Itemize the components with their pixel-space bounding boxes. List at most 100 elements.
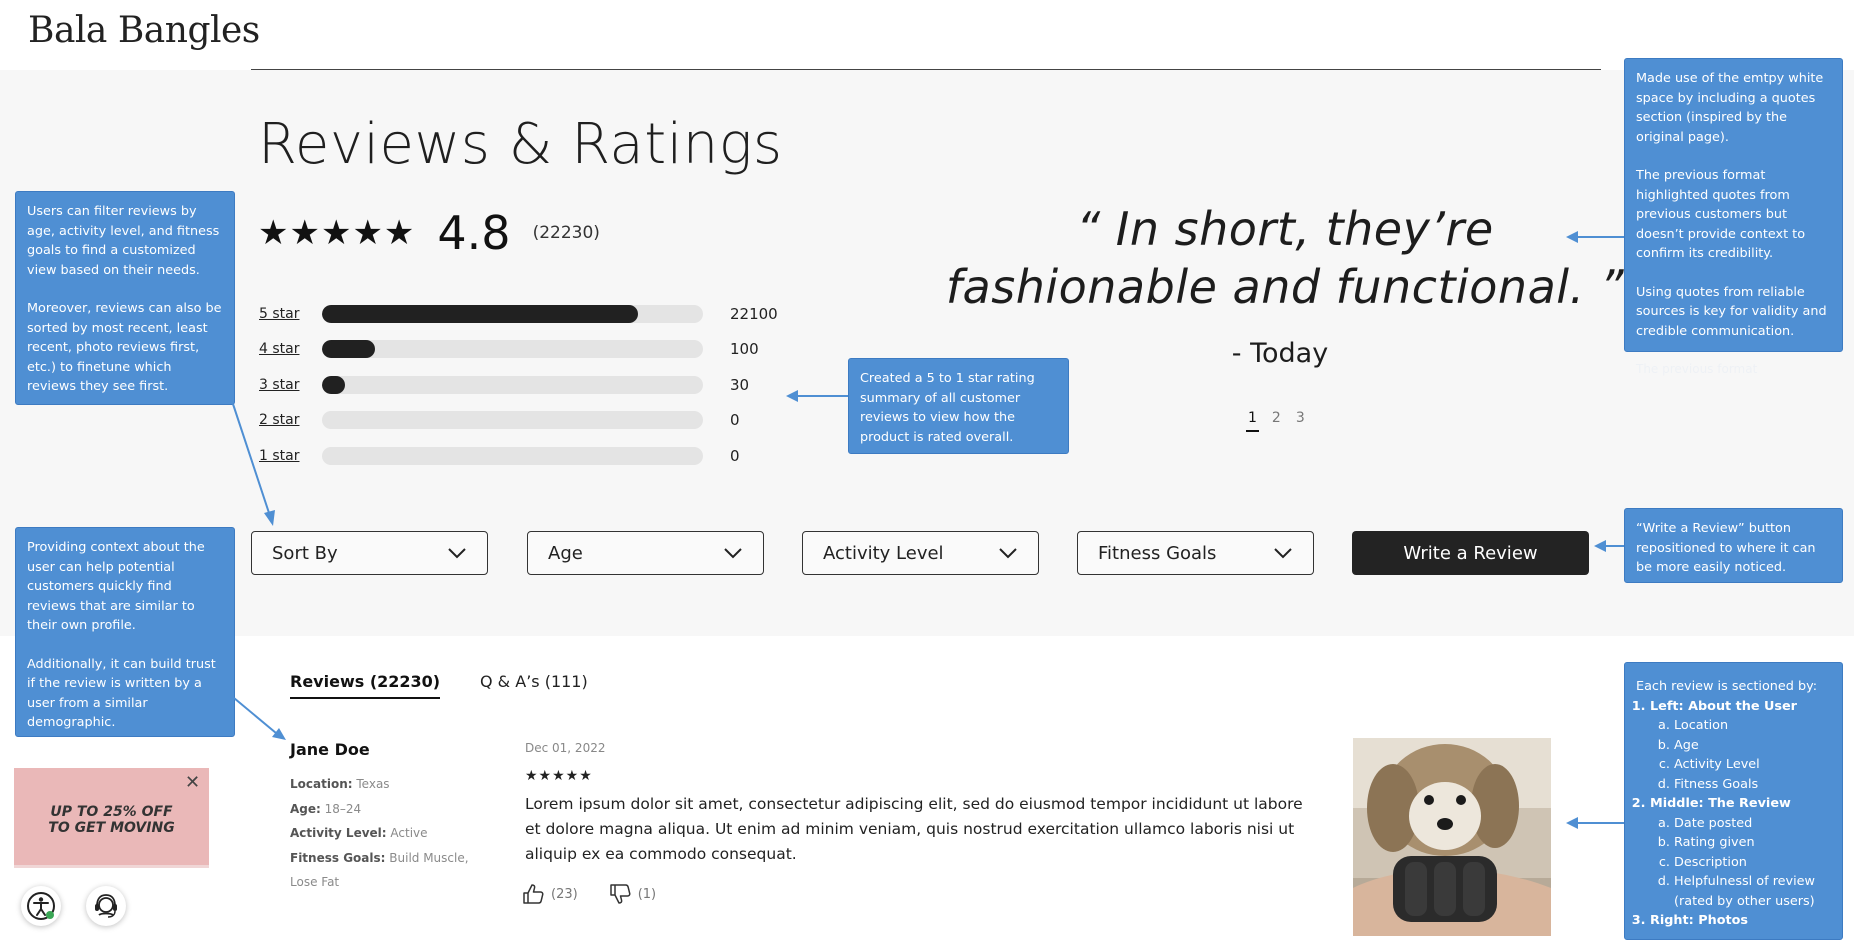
reviewer-age: Age: 18–24 <box>290 797 361 821</box>
rating-bar-track <box>322 305 703 323</box>
support-button[interactable] <box>86 886 126 926</box>
rating-bar-track <box>322 340 703 358</box>
rating-bar-fill <box>322 305 639 323</box>
annotation-sublist: Location Age Activity Level Fitness Goal… <box>1650 716 1831 794</box>
sort-by-label: Sort By <box>272 542 338 564</box>
annotation-sublist: Date posted Rating given Description Hel… <box>1650 814 1831 912</box>
rating-bar-1[interactable]: 1 star 0 <box>259 444 799 468</box>
annotation-sublist-item: Activity Level <box>1674 755 1831 775</box>
rating-bar-label[interactable]: 3 star <box>259 377 322 393</box>
review-stars: ★★★★★ <box>525 768 593 784</box>
promo-line: TO GET MOVING <box>48 820 175 836</box>
promo-line: UP TO 25% OFF <box>50 804 173 820</box>
review-text: Lorem ipsum dolor sit amet, consectetur … <box>525 795 1303 863</box>
rating-bar-count: 30 <box>730 376 750 394</box>
meta-value: Lose Fat <box>290 875 340 889</box>
rating-bar-2[interactable]: 2 star 0 <box>259 408 799 432</box>
annotation-text: Created a 5 to 1 star rating summary of … <box>860 371 1035 445</box>
write-review-button[interactable]: Write a Review <box>1352 531 1589 575</box>
fitness-goals-dropdown[interactable]: Fitness Goals <box>1077 531 1314 575</box>
annotation-sublist-item: Rating given <box>1674 833 1831 853</box>
like-count: (23) <box>551 886 578 902</box>
rating-bar-track <box>322 447 703 465</box>
reviewer-activity: Activity Level: Active <box>290 821 428 845</box>
annotation-user-context: Providing context about the user can hel… <box>15 527 235 737</box>
annotation-text: Using quotes from reliable sources is ke… <box>1636 284 1827 339</box>
rating-bar-label[interactable]: 4 star <box>259 341 322 357</box>
annotation-quotes: Made use of the emtpy white space by inc… <box>1624 58 1843 352</box>
meta-label: Activity Level: <box>290 826 387 840</box>
rating-bar-count: 100 <box>730 340 759 358</box>
rating-bar-count: 22100 <box>730 305 778 323</box>
rating-bar-fill <box>322 376 345 394</box>
annotation-text: Moreover, reviews can also be sorted by … <box>27 301 222 394</box>
annotation-sublist-item: Date posted <box>1674 814 1831 834</box>
reviewer-goals: Fitness Goals: Build Muscle, <box>290 846 469 870</box>
annotation-text: “Write a Review” button repositioned to … <box>1636 521 1816 575</box>
accessibility-icon <box>27 892 55 920</box>
thumbs-down-icon <box>609 884 631 904</box>
meta-value: Texas <box>356 777 390 791</box>
annotation-list-title: Left: About the User <box>1650 698 1797 714</box>
tab-reviews[interactable]: Reviews (22230) <box>290 672 441 699</box>
average-stars: ★★★★★ <box>258 213 416 253</box>
rating-bar-fill <box>322 340 376 358</box>
quote-source: - Today <box>1231 338 1329 369</box>
support-headset-icon <box>95 894 117 918</box>
chevron-down-icon <box>999 548 1017 559</box>
annotation-arrow <box>786 390 848 402</box>
average-rating: 4.8 <box>437 206 511 260</box>
dislike-count: (1) <box>637 886 657 902</box>
rating-bar-3[interactable]: 3 star 30 <box>259 373 799 397</box>
meta-label: Age: <box>290 802 321 816</box>
sort-by-dropdown[interactable]: Sort By <box>251 531 488 575</box>
annotation-text: Users can filter reviews by age, activit… <box>27 204 220 278</box>
page-title: Reviews & Ratings <box>258 112 783 177</box>
meta-value: 18–24 <box>324 802 362 816</box>
annotation-sublist-item: Location <box>1674 716 1831 736</box>
like-button[interactable]: (23) <box>523 884 578 904</box>
annotation-sublist-item: Description <box>1674 853 1831 873</box>
annotation-text: Additionally, it can build trust if the … <box>27 656 216 731</box>
quote-pagination: 1 2 3 <box>1246 410 1307 432</box>
reviewer-location: Location: Texas <box>290 772 390 796</box>
rating-bar-count: 0 <box>730 447 740 465</box>
review-date: Dec 01, 2022 <box>525 741 606 755</box>
annotation-arrow <box>1566 231 1624 243</box>
ghost-text: The previous format <box>1636 362 1758 376</box>
annotation-sublist-item: Helpfulnessl of review (rated by other u… <box>1674 872 1831 911</box>
thumbs-up-icon <box>523 884 544 904</box>
annotation-list-title: Middle: The Review <box>1650 796 1791 811</box>
reviews-section <box>0 636 1854 946</box>
rating-bar-4[interactable]: 4 star 100 <box>259 337 799 361</box>
close-icon[interactable]: ✕ <box>185 772 200 793</box>
meta-label: Location: <box>290 777 353 791</box>
age-dropdown[interactable]: Age <box>527 531 764 575</box>
dislike-button[interactable]: (1) <box>609 884 657 904</box>
rating-bar-5[interactable]: 5 star 22100 <box>259 302 799 326</box>
tab-qa[interactable]: Q & A’s (111) <box>480 672 588 691</box>
activity-level-label: Activity Level <box>823 542 944 564</box>
review-photo[interactable] <box>1353 738 1551 936</box>
quote-page-3[interactable]: 3 <box>1294 410 1307 432</box>
quote-page-2[interactable]: 2 <box>1270 410 1283 432</box>
meta-value: Build Muscle, <box>389 851 469 865</box>
rating-bar-label[interactable]: 5 star <box>259 306 322 322</box>
chevron-down-icon <box>448 548 466 559</box>
featured-quote: “ In short, they’re fashionable and func… <box>945 202 1625 314</box>
annotation-text: Made use of the emtpy white space by inc… <box>1636 71 1824 145</box>
annotation-arrow <box>232 403 275 526</box>
quote-page-1[interactable]: 1 <box>1246 410 1259 432</box>
promo-text[interactable]: UP TO 25% OFF TO GET MOVING <box>24 804 199 836</box>
annotation-sublist-item: Fitness Goals <box>1674 775 1831 795</box>
annotation-list-title: Right: Photos <box>1650 913 1749 928</box>
accessibility-button[interactable] <box>21 886 61 926</box>
annotation-write-review: “Write a Review” button repositioned to … <box>1624 508 1843 583</box>
rating-bar-count: 0 <box>730 411 740 429</box>
annotation-filters: Users can filter reviews by age, activit… <box>15 191 235 405</box>
annotation-list-item: Middle: The Review Date posted Rating gi… <box>1650 794 1831 911</box>
annotation-arrow <box>1566 817 1624 829</box>
activity-level-dropdown[interactable]: Activity Level <box>802 531 1039 575</box>
annotation-text: Providing context about the user can hel… <box>27 540 205 633</box>
brand-logo[interactable]: Bala Bangles <box>28 10 260 51</box>
